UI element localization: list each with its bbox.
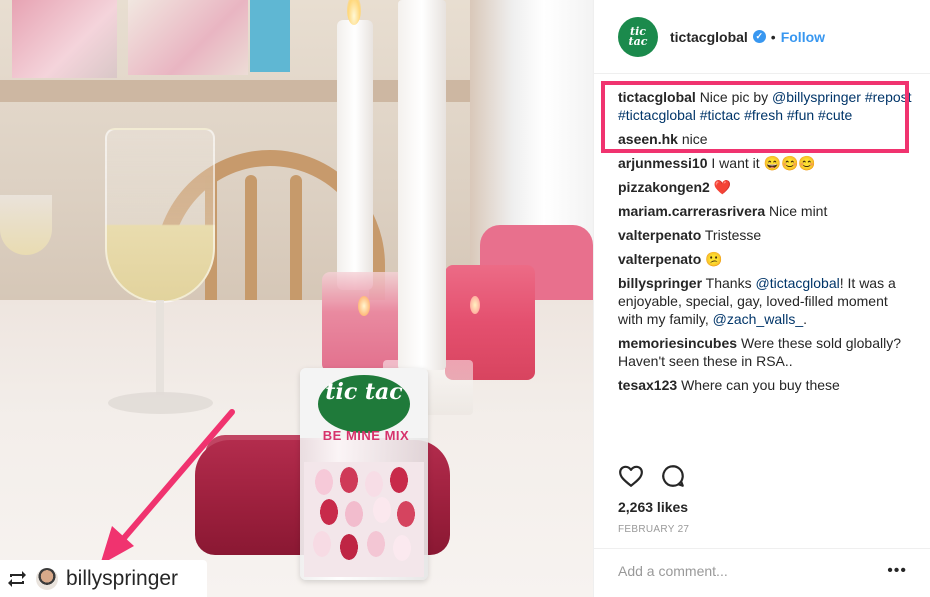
- wine-glass: [105, 128, 215, 303]
- more-options-icon[interactable]: •••: [887, 562, 907, 580]
- comment-bar: •••: [594, 548, 930, 597]
- hashtag[interactable]: #fresh: [744, 107, 783, 123]
- wine-glass-foot: [108, 392, 213, 414]
- repost-badge: billyspringer: [0, 560, 207, 597]
- post-date[interactable]: FEBRUARY 27: [618, 524, 689, 535]
- comment-username[interactable]: memoriesincubes: [618, 335, 737, 351]
- caption-mention[interactable]: @billyspringer: [772, 89, 861, 105]
- comment-username[interactable]: mariam.carrerasrivera: [618, 203, 765, 219]
- post-actions: [618, 463, 686, 489]
- post-header: tic tac tictacglobal ✓ • Follow: [594, 0, 930, 74]
- comment-username[interactable]: valterpenato: [618, 227, 701, 243]
- likes-count[interactable]: 2,263 likes: [618, 499, 688, 515]
- comment-item: arjunmessi10 I want it 😄😊😊: [618, 154, 913, 172]
- comment-bubble-icon[interactable]: [660, 463, 686, 489]
- wall-art: [128, 0, 248, 75]
- hashtag[interactable]: #tictac: [700, 107, 740, 123]
- comment-mention[interactable]: @tictacglobal: [755, 275, 839, 291]
- hashtag[interactable]: #fun: [787, 107, 814, 123]
- comment-text: ❤️: [713, 179, 732, 195]
- comment-item: valterpenato Tristesse: [618, 226, 913, 244]
- tictac-mints: [304, 462, 424, 577]
- taper-candle: [398, 0, 446, 370]
- repost-icon: [6, 568, 28, 590]
- small-glass: [0, 195, 52, 255]
- heart-icon[interactable]: [618, 463, 644, 489]
- post-caption: tictacglobal Nice pic by @billyspringer …: [618, 88, 913, 124]
- comment-item: aseen.hk nice: [618, 130, 913, 148]
- wine-glass-stem: [156, 300, 164, 395]
- post-photo[interactable]: tic tac BE MINE MIX billyspringer: [0, 0, 593, 597]
- wall-art: [250, 0, 290, 72]
- comment-item: mariam.carrerasrivera Nice mint: [618, 202, 913, 220]
- comment-username[interactable]: tesax123: [618, 377, 677, 393]
- comment-username[interactable]: pizzakongen2: [618, 179, 710, 195]
- comment-text: Thanks: [705, 275, 752, 291]
- comment-username[interactable]: billyspringer: [618, 275, 702, 291]
- caption-username[interactable]: tictacglobal: [618, 89, 696, 105]
- repost-avatar: [36, 567, 58, 590]
- hashtag[interactable]: #cute: [818, 107, 852, 123]
- comment-item: tesax123 Where can you buy these: [618, 376, 913, 394]
- header-username[interactable]: tictacglobal: [670, 29, 748, 45]
- tictac-flavor-label: BE MINE MIX: [322, 428, 410, 443]
- comment-text: 😕: [705, 251, 723, 267]
- comment-mention[interactable]: @zach_walls_: [713, 311, 803, 327]
- comment-username[interactable]: arjunmessi10: [618, 155, 708, 171]
- hashtag[interactable]: #repost: [865, 89, 912, 105]
- comment-username[interactable]: valterpenato: [618, 251, 701, 267]
- post-sidebar: tic tac tictacglobal ✓ • Follow tictacglo…: [593, 0, 930, 597]
- comment-text: Tristesse: [704, 227, 762, 243]
- tictac-logo: tic tac: [318, 375, 410, 433]
- candle-flame: [358, 296, 370, 316]
- comment-text: I want it 😄😊😊: [711, 155, 816, 171]
- pink-votive-candle: [322, 272, 410, 372]
- caption-text: Nice pic by: [699, 89, 769, 105]
- verified-badge-icon: ✓: [752, 30, 766, 43]
- taper-candle: [337, 20, 373, 290]
- follow-button[interactable]: Follow: [781, 29, 825, 45]
- repost-username: billyspringer: [66, 566, 179, 590]
- comment-username[interactable]: aseen.hk: [618, 131, 678, 147]
- comment-text: nice: [681, 131, 708, 147]
- comment-item: valterpenato 😕: [618, 250, 913, 268]
- comment-text: .: [803, 311, 808, 327]
- candle-flame: [470, 296, 480, 314]
- comment-item: memoriesincubes Were these sold globally…: [618, 334, 913, 370]
- comment-text: Nice mint: [769, 203, 828, 219]
- comment-text: Where can you buy these: [681, 377, 840, 393]
- hashtag[interactable]: #tictacglobal: [618, 107, 696, 123]
- comment-item: pizzakongen2 ❤️: [618, 178, 913, 196]
- comment-item: billyspringer Thanks @tictacglobal! It w…: [618, 274, 913, 328]
- wall-art: [12, 0, 117, 78]
- comments-list: tictacglobal Nice pic by @billyspringer …: [618, 88, 913, 400]
- profile-avatar[interactable]: tic tac: [618, 16, 658, 57]
- add-comment-input[interactable]: [618, 563, 878, 579]
- header-separator: •: [770, 28, 776, 45]
